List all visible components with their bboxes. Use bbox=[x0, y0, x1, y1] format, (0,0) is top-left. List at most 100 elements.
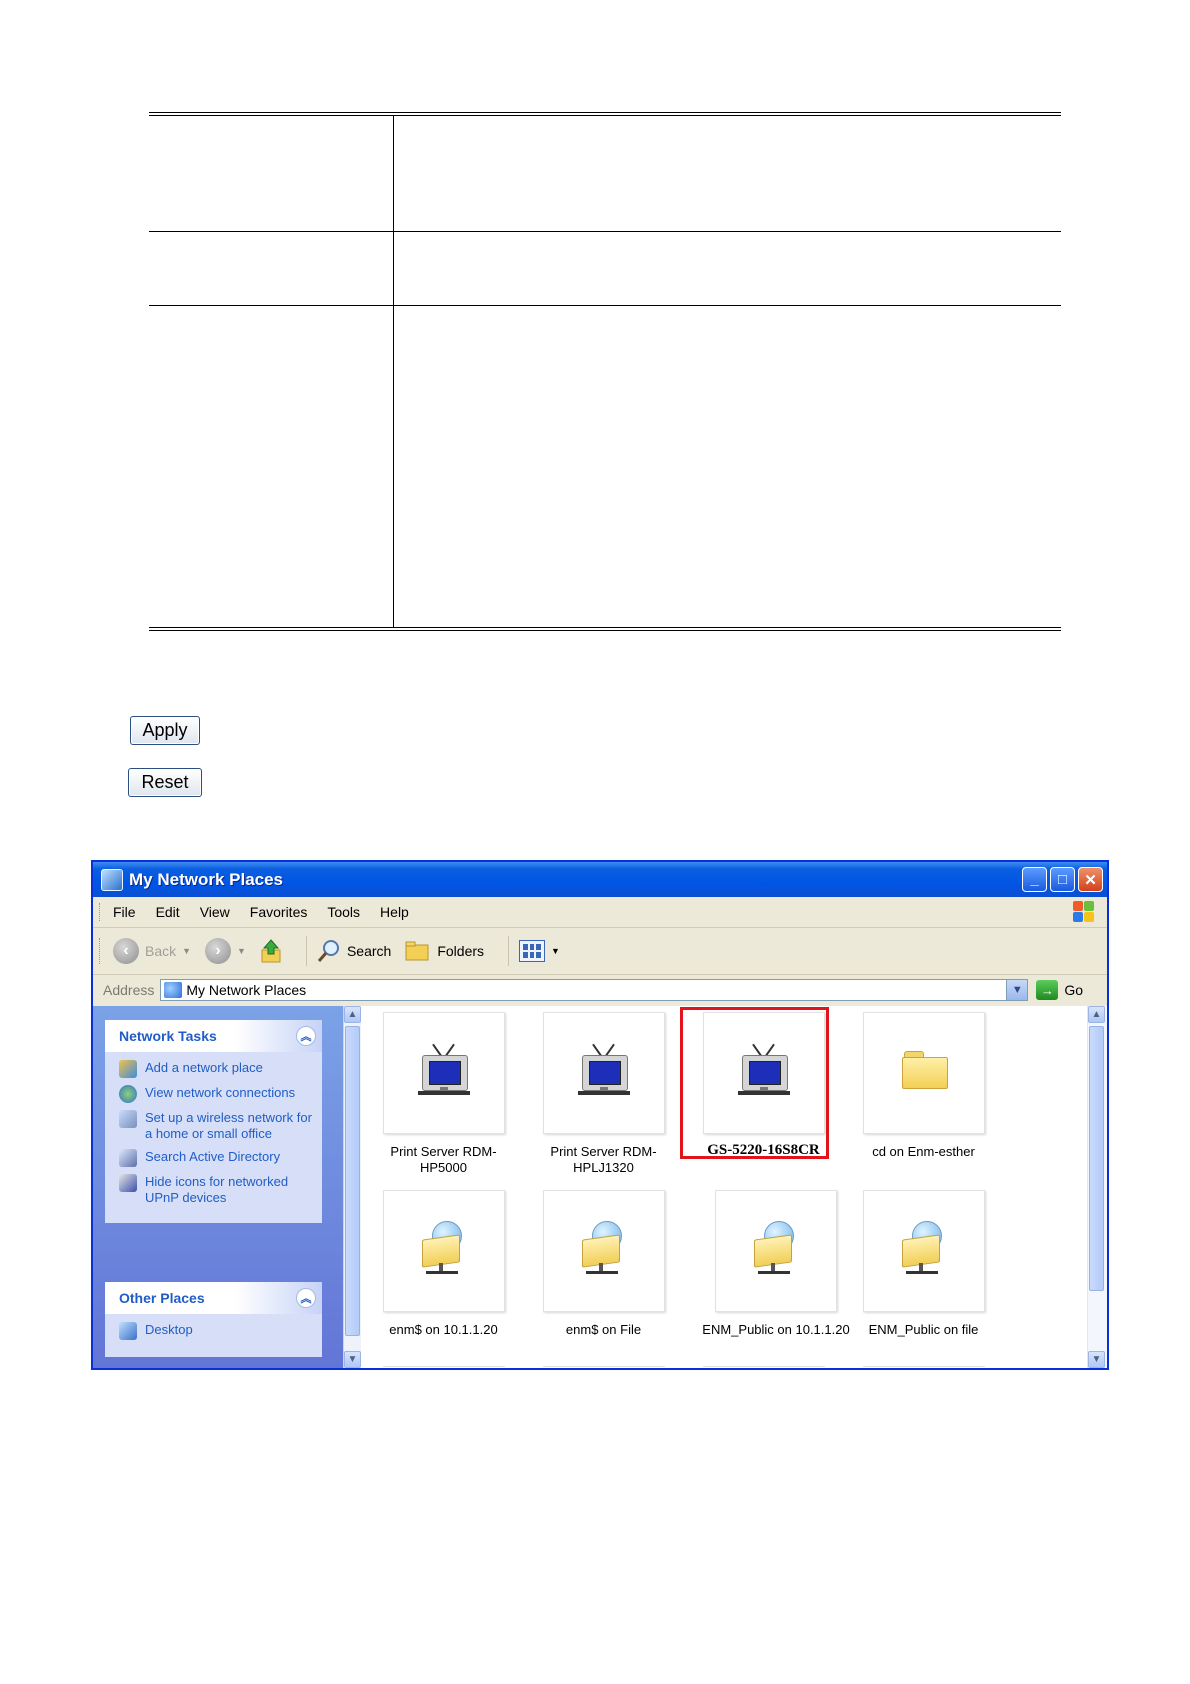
scroll-down-icon[interactable]: ▼ bbox=[344, 1351, 361, 1368]
back-arrow-icon: ‹ bbox=[113, 938, 139, 964]
minimize-button[interactable]: _ bbox=[1022, 867, 1047, 892]
add-network-place-icon bbox=[119, 1060, 137, 1078]
go-button[interactable]: → Go bbox=[1036, 980, 1083, 1000]
standard-toolbar: ‹ Back ▼ › ▼ Search Folders ▼ bbox=[93, 928, 1107, 975]
network-item-enm-on-file[interactable]: enm$ on File bbox=[541, 1190, 666, 1338]
title-bar[interactable]: My Network Places _ □ ✕ bbox=[93, 862, 1107, 897]
tile-frame bbox=[542, 1012, 665, 1134]
folders-icon bbox=[405, 941, 429, 961]
table-column-divider bbox=[393, 116, 394, 627]
menu-file[interactable]: File bbox=[113, 904, 136, 920]
tile-frame bbox=[542, 1190, 665, 1312]
search-icon bbox=[317, 940, 339, 962]
item-label: enm$ on File bbox=[565, 1322, 642, 1337]
collapse-icon[interactable]: ︽ bbox=[296, 1026, 316, 1046]
network-share-icon bbox=[752, 1221, 800, 1277]
search-directory-icon bbox=[119, 1149, 137, 1167]
menu-help[interactable]: Help bbox=[380, 904, 409, 920]
window-title: My Network Places bbox=[129, 869, 284, 889]
task-label: Hide icons for networked UPnP devices bbox=[145, 1174, 289, 1205]
tile-frame bbox=[382, 1012, 505, 1134]
network-tasks-header[interactable]: Network Tasks ︽ bbox=[105, 1020, 322, 1052]
menu-tools[interactable]: Tools bbox=[327, 904, 360, 920]
scroll-down-icon[interactable]: ▼ bbox=[1088, 1351, 1105, 1368]
chevron-down-icon[interactable]: ▼ bbox=[237, 946, 246, 956]
network-item-print-server-hp5000[interactable]: Print Server RDM-HP5000 bbox=[381, 1012, 506, 1176]
blank-parameter-table bbox=[149, 112, 1061, 631]
wireless-network-icon bbox=[119, 1110, 137, 1128]
forward-button[interactable]: › ▼ bbox=[205, 938, 246, 964]
menu-edit[interactable]: Edit bbox=[156, 904, 180, 920]
chevron-down-icon[interactable]: ▼ bbox=[1006, 980, 1028, 1000]
network-places-icon bbox=[164, 982, 183, 998]
scroll-thumb[interactable] bbox=[1089, 1026, 1104, 1291]
task-hide-upnp-icons[interactable]: Hide icons for networked UPnP devices bbox=[119, 1174, 312, 1206]
close-button[interactable]: ✕ bbox=[1078, 867, 1103, 892]
collapse-icon[interactable]: ︽ bbox=[296, 1288, 316, 1308]
other-places-panel: Other Places ︽ Desktop bbox=[105, 1282, 322, 1357]
menu-view[interactable]: View bbox=[200, 904, 230, 920]
address-label: Address bbox=[103, 982, 155, 998]
search-button[interactable]: Search bbox=[317, 939, 391, 963]
apply-button[interactable]: Apply bbox=[130, 716, 200, 745]
upnp-device-icon bbox=[119, 1174, 137, 1192]
item-label: ENM_Public on 10.1.1.20 bbox=[702, 1322, 850, 1337]
network-share-icon bbox=[580, 1221, 628, 1277]
menu-favorites[interactable]: Favorites bbox=[250, 904, 308, 920]
table-row bbox=[149, 306, 1061, 629]
print-server-icon bbox=[417, 1043, 470, 1101]
toolbar-separator bbox=[508, 936, 510, 966]
other-places-header[interactable]: Other Places ︽ bbox=[105, 1282, 322, 1314]
network-share-icon bbox=[900, 1221, 948, 1277]
network-places-icon bbox=[101, 868, 123, 891]
place-desktop[interactable]: Desktop bbox=[119, 1322, 312, 1340]
item-label: ENM_Public on file bbox=[868, 1322, 979, 1337]
place-label: Desktop bbox=[145, 1322, 193, 1337]
network-tasks-panel: Network Tasks ︽ Add a network place View… bbox=[105, 1020, 322, 1223]
reset-button[interactable]: Reset bbox=[128, 768, 202, 797]
scroll-up-icon[interactable]: ▲ bbox=[344, 1006, 361, 1023]
task-label: Set up a wireless network for a home or … bbox=[145, 1110, 312, 1141]
address-value: My Network Places bbox=[186, 982, 307, 998]
tile-frame-partial bbox=[863, 1366, 985, 1368]
icon-view-scrollbar[interactable]: ▲ ▼ bbox=[1087, 1006, 1107, 1368]
up-folder-icon bbox=[261, 939, 281, 963]
folders-button[interactable]: Folders bbox=[405, 941, 484, 961]
up-folder-button[interactable] bbox=[260, 938, 282, 964]
scroll-up-icon[interactable]: ▲ bbox=[1088, 1006, 1105, 1023]
network-item-print-server-hplj1320[interactable]: Print Server RDM-HPLJ1320 bbox=[541, 1012, 666, 1176]
table-row bbox=[149, 232, 1061, 306]
item-label: enm$ on 10.1.1.20 bbox=[389, 1322, 498, 1337]
explorer-window: My Network Places _ □ ✕ File Edit View F… bbox=[91, 860, 1109, 1370]
icon-view: Print Server RDM-HP5000 Print Server RDM… bbox=[361, 1006, 1087, 1368]
task-label: View network connections bbox=[145, 1085, 296, 1100]
toolbar-separator bbox=[305, 936, 307, 966]
task-add-network-place[interactable]: Add a network place bbox=[119, 1060, 312, 1078]
network-item-enm-on-10-1-1-20[interactable]: enm$ on 10.1.1.20 bbox=[381, 1190, 506, 1338]
network-connections-icon bbox=[119, 1085, 137, 1103]
task-view-network-connections[interactable]: View network connections bbox=[119, 1085, 312, 1103]
address-bar: Address My Network Places ▼ → Go bbox=[93, 975, 1107, 1005]
menu-bar: File Edit View Favorites Tools Help bbox=[93, 897, 1107, 928]
views-icon bbox=[519, 940, 546, 962]
task-pane: Network Tasks ︽ Add a network place View… bbox=[93, 1006, 343, 1368]
task-label: Search Active Directory bbox=[145, 1149, 281, 1164]
task-pane-scrollbar[interactable]: ▲ ▼ bbox=[343, 1006, 362, 1368]
network-item-cd-on-enm-esther[interactable]: cd on Enm-esther bbox=[861, 1012, 986, 1160]
back-button[interactable]: ‹ Back ▼ bbox=[113, 938, 191, 964]
item-label: Print Server RDM-HPLJ1320 bbox=[550, 1144, 657, 1175]
views-button[interactable]: ▼ bbox=[519, 940, 560, 962]
other-places-title: Other Places bbox=[119, 1290, 205, 1306]
task-search-active-directory[interactable]: Search Active Directory bbox=[119, 1149, 312, 1167]
chevron-down-icon[interactable]: ▼ bbox=[182, 946, 191, 956]
print-server-icon bbox=[577, 1043, 630, 1101]
tile-frame bbox=[382, 1190, 505, 1312]
toolbar-grip bbox=[99, 938, 103, 964]
network-item-enm-public-on-file[interactable]: ENM_Public on file bbox=[861, 1190, 986, 1338]
maximize-button[interactable]: □ bbox=[1050, 867, 1075, 892]
task-setup-wireless[interactable]: Set up a wireless network for a home or … bbox=[119, 1110, 312, 1142]
chevron-down-icon[interactable]: ▼ bbox=[551, 946, 560, 956]
address-input[interactable]: My Network Places ▼ bbox=[160, 979, 1029, 1001]
network-item-enm-public-on-10-1-1-20[interactable]: ENM_Public on 10.1.1.20 bbox=[701, 1190, 851, 1338]
scroll-thumb[interactable] bbox=[345, 1026, 360, 1336]
